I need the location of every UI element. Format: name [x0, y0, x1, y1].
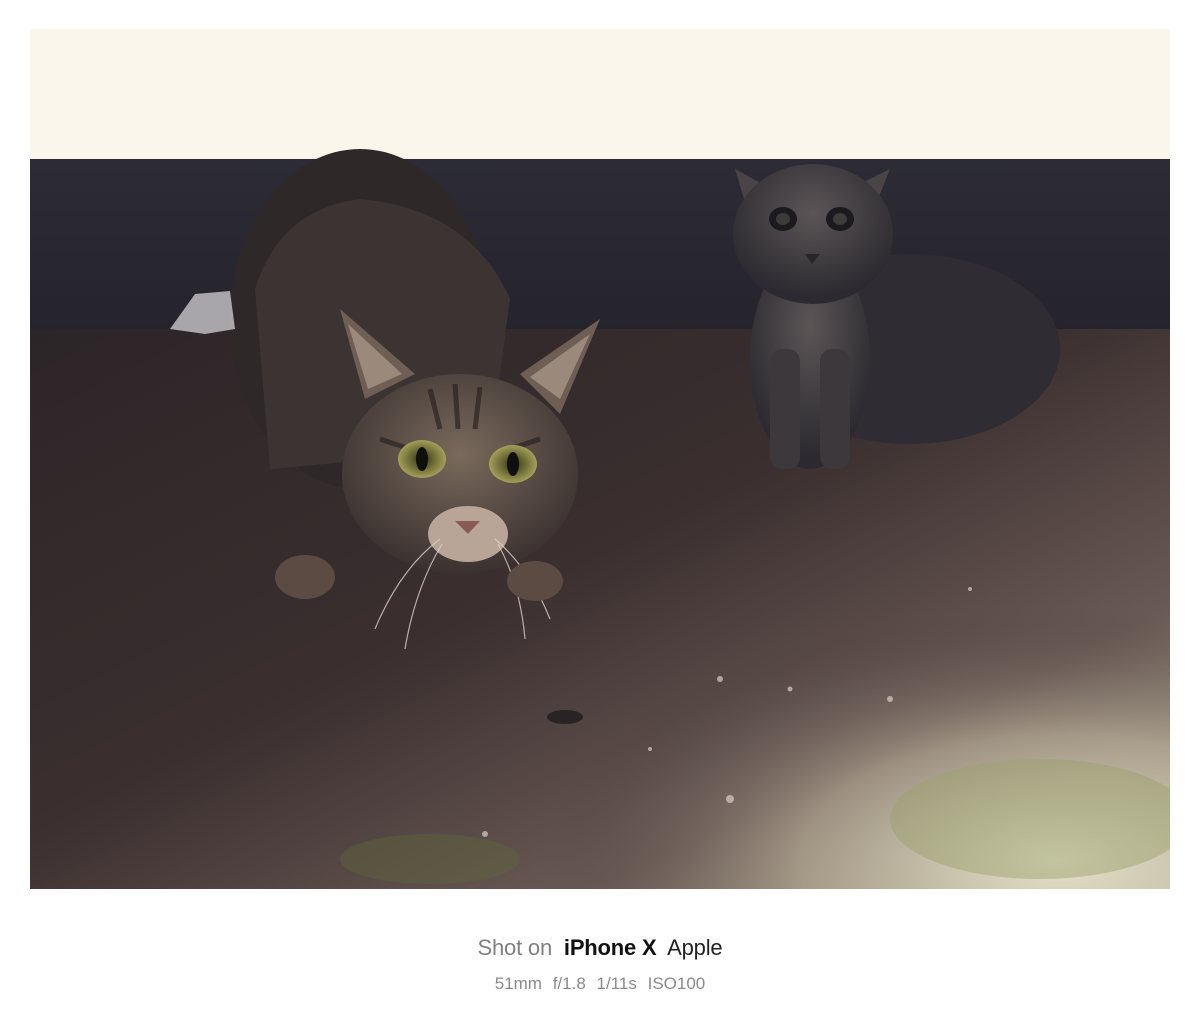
iso: ISO100	[647, 974, 706, 993]
exif-line: 51mm f/1.8 1/11s ISO100	[0, 970, 1200, 998]
shot-on-label: Shot on	[477, 935, 553, 960]
photo	[30, 29, 1170, 889]
camera-line: Shot on iPhone X Apple	[0, 930, 1200, 966]
shutter-speed: 1/11s	[596, 974, 637, 993]
cats-photo	[30, 29, 1170, 889]
camera-brand: Apple	[667, 935, 723, 960]
focal-length: 51mm	[494, 974, 542, 993]
camera-model: iPhone X	[563, 935, 657, 960]
aperture: f/1.8	[552, 974, 586, 993]
caption: Shot on iPhone X Apple 51mm f/1.8 1/11s …	[0, 930, 1200, 998]
